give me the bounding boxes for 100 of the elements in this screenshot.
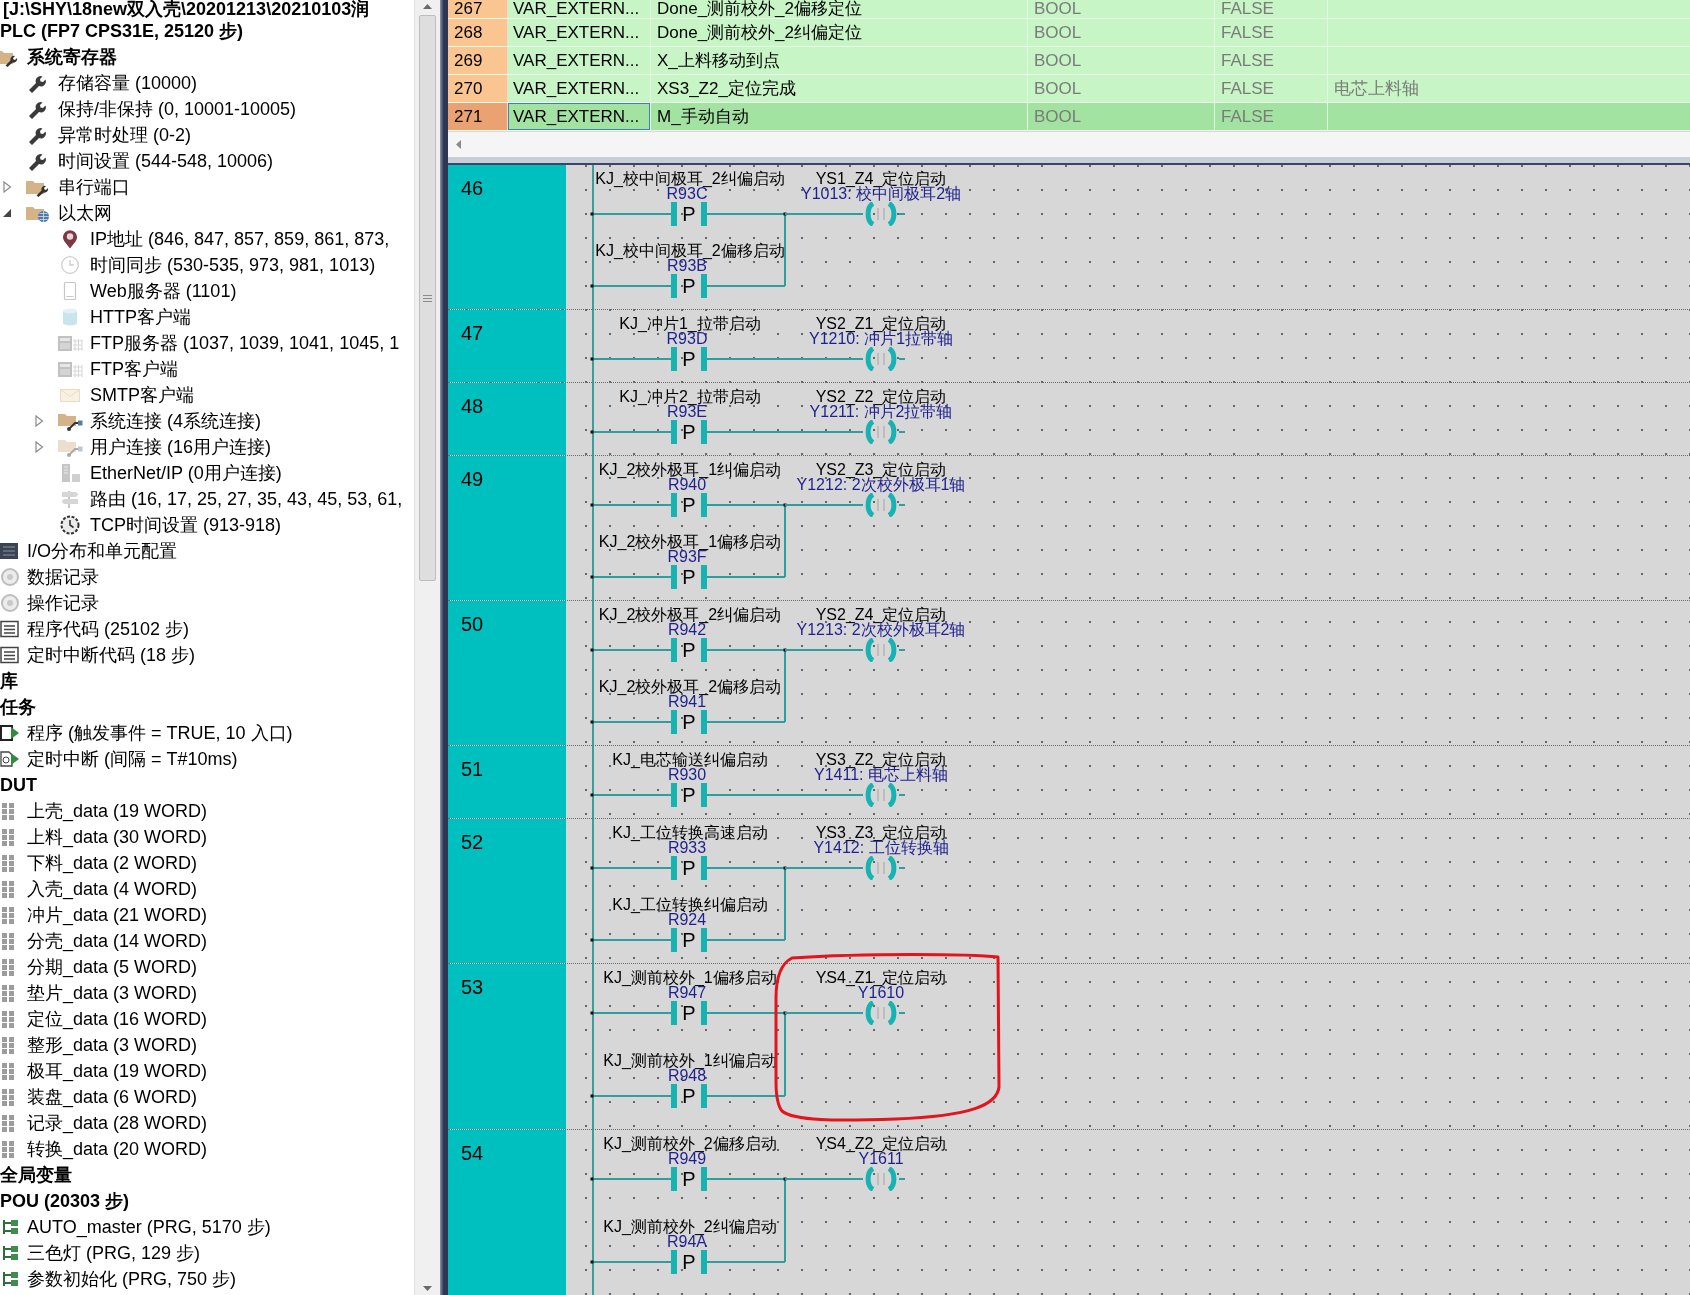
tree-item[interactable]: 分期_data (5 WORD) — [0, 955, 199, 979]
tree-item[interactable]: 装盘_data (6 WORD) — [0, 1085, 199, 1109]
tree-item[interactable]: 全局变量 — [0, 1163, 73, 1187]
tree-item[interactable]: 保持/非保持 (0, 10001-10005) — [25, 97, 298, 121]
tree-item[interactable]: 参数初始化 (PRG, 750 步) — [0, 1267, 238, 1291]
table-row[interactable]: 268 VAR_EXTERN... Done_测前校外_2纠偏定位 BOOL FALSE — [448, 19, 1690, 47]
triangle-down-icon[interactable] — [2, 207, 12, 219]
tree-item[interactable]: 时间同步 (530-535, 973, 981, 1013) — [57, 253, 377, 277]
coil-label: YS1_Z4_定位启动 — [815, 171, 947, 186]
tree-item[interactable]: 上料_data (30 WORD) — [0, 825, 209, 849]
table-cell: FALSE — [1215, 19, 1328, 46]
tree-item[interactable]: PLC (FP7 CPS31E, 25120 步) — [0, 19, 245, 43]
contact-address: R94A — [667, 1233, 707, 1249]
triangle-right-icon[interactable] — [34, 441, 44, 453]
tree-item[interactable]: 极耳_data (19 WORD) — [0, 1059, 209, 1083]
tree-item[interactable]: SMTP客户端 — [57, 383, 195, 407]
tree-item[interactable]: FTP客户端 — [57, 357, 179, 381]
project-path[interactable]: [J:\SHY\18new双入壳\20201213\20210103润 — [3, 0, 371, 18]
coil-icon — [863, 783, 899, 807]
tree-item[interactable]: AUTO_master (PRG, 5170 步) — [0, 1215, 272, 1239]
triangle-right-icon[interactable] — [2, 181, 12, 193]
contact: P — [671, 274, 707, 298]
contact: P — [671, 1249, 707, 1274]
rung-number: 48 — [448, 383, 566, 455]
splitter[interactable] — [448, 157, 1690, 165]
tree-item[interactable]: 存储容量 (10000) — [25, 71, 199, 95]
tree-item[interactable]: 串行端口 — [25, 175, 131, 199]
table-cell: VAR_EXTERN... — [508, 103, 651, 130]
tree-item[interactable]: 以太网 — [25, 201, 113, 225]
arrow-up-icon[interactable] — [423, 4, 432, 9]
splitter[interactable] — [440, 0, 448, 1295]
rung-number: 47 — [448, 310, 566, 382]
tree-item[interactable]: 记录_data (28 WORD) — [0, 1111, 209, 1135]
tree-item[interactable]: 库 — [0, 669, 19, 693]
contact: P — [671, 202, 707, 226]
contact: P — [671, 347, 707, 371]
coil-address: Y1411: 电芯上料轴 — [814, 767, 948, 782]
coil-icon — [863, 493, 899, 517]
tree-item[interactable]: POU (20303 步) — [0, 1189, 131, 1213]
arrow-down-icon[interactable] — [423, 1286, 432, 1291]
tree-item[interactable]: 任务 — [0, 695, 37, 719]
tree-item[interactable]: EtherNet/IP (0用户连接) — [57, 461, 283, 485]
tree-item[interactable]: 入壳_data (4 WORD) — [0, 877, 199, 901]
horizontal-scrollbar[interactable] — [448, 131, 1690, 157]
tree-item[interactable]: 定时中断 (间隔 = T#10ms) — [0, 747, 239, 771]
tree-item[interactable]: 上壳_data (19 WORD) — [0, 799, 209, 823]
table-cell: FALSE — [1215, 47, 1328, 74]
tree-item[interactable]: 定时中断代码 (18 步) — [0, 643, 196, 667]
coil-address: Y1210: 冲片1拉带轴 — [808, 331, 954, 346]
tree-item[interactable]: 分壳_data (14 WORD) — [0, 929, 209, 953]
coil-label: YS2_Z4_定位启动 — [815, 607, 947, 622]
vertical-scrollbar[interactable] — [414, 0, 440, 1295]
tree-item[interactable]: 系统寄存器 — [0, 45, 118, 69]
tree-item[interactable]: 程序 (触发事件 = TRUE, 10 入口) — [0, 721, 294, 745]
tree-item[interactable]: 系统连接 (4系统连接) — [57, 409, 262, 433]
contact-label: KJ_测前校外_2纠偏启动 — [603, 1218, 777, 1234]
tree-item[interactable]: 冲片_data (21 WORD) — [0, 903, 209, 927]
tree-item[interactable]: IP地址 (846, 847, 857, 859, 861, 873, — [57, 227, 391, 251]
coil-icon — [863, 1167, 899, 1191]
tree-item[interactable]: 转换_data (20 WORD) — [0, 1137, 209, 1161]
coil-label: YS3_Z2_定位启动 — [815, 752, 947, 767]
tree-item[interactable]: 定位_data (16 WORD) — [0, 1007, 209, 1031]
contact-address: R948 — [667, 1067, 707, 1083]
contact: P — [671, 928, 707, 952]
scrollbar-thumb[interactable] — [419, 15, 436, 581]
table-row[interactable]: 267 VAR_EXTERN... Done_测前校外_2偏移定位 BOOL FALSE — [448, 0, 1690, 19]
coil-icon — [863, 420, 899, 444]
tree-item[interactable]: 异常时处理 (0-2) — [25, 123, 192, 147]
tree-item[interactable]: Web服务器 (1101) — [57, 279, 238, 303]
tree-item[interactable]: 时间设置 (544-548, 10006) — [25, 149, 275, 173]
table-row[interactable]: 271 VAR_EXTERN... M_手动自动 BOOL FALSE — [448, 103, 1690, 131]
contact: P — [671, 1167, 707, 1191]
tree-item[interactable]: FTP服务器 (1037, 1039, 1041, 1045, 1 — [57, 331, 401, 355]
tree-item[interactable]: 下料_data (2 WORD) — [0, 851, 199, 875]
tree-item[interactable]: TCP时间设置 (913-918) — [57, 513, 283, 537]
tree-item[interactable]: I/O分布和单元配置 — [0, 539, 178, 563]
tree-item[interactable]: DUT — [0, 773, 38, 797]
table-cell: 271 — [448, 103, 508, 130]
table-row[interactable]: 269 VAR_EXTERN... X_上料移动到点 BOOL FALSE — [448, 47, 1690, 75]
table-cell: X_上料移动到点 — [651, 47, 1028, 74]
table-cell: FALSE — [1215, 75, 1328, 102]
rung-number: 52 — [448, 819, 566, 963]
tree-item[interactable]: 路由 (16, 17, 25, 27, 35, 43, 45, 53, 61, — [57, 487, 404, 511]
table-cell: 269 — [448, 47, 508, 74]
triangle-right-icon[interactable] — [34, 415, 44, 427]
tree-item[interactable]: HTTP客户端 — [57, 305, 192, 329]
table-row[interactable]: 270 VAR_EXTERN... XS3_Z2_定位完成 BOOL FALSE 电芯上料轴 — [448, 75, 1690, 103]
tree-item[interactable]: 用户连接 (16用户连接) — [57, 435, 272, 459]
module-icon — [0, 541, 20, 561]
table-cell: 268 — [448, 19, 508, 46]
tree-item[interactable]: 三色灯 (PRG, 129 步) — [0, 1241, 202, 1265]
tree-item[interactable]: 数据记录 — [0, 565, 100, 589]
arrow-left-icon[interactable] — [456, 140, 461, 149]
contact-address: R930 — [667, 767, 707, 782]
tree-item[interactable]: 操作记录 — [0, 591, 100, 615]
tree-item[interactable]: 程序代码 (25102 步) — [0, 617, 191, 641]
tree-item[interactable]: 整形_data (3 WORD) — [0, 1033, 199, 1057]
table-cell: 270 — [448, 75, 508, 102]
tree-item[interactable]: 垫片_data (3 WORD) — [0, 981, 199, 1005]
wire — [898, 431, 906, 433]
